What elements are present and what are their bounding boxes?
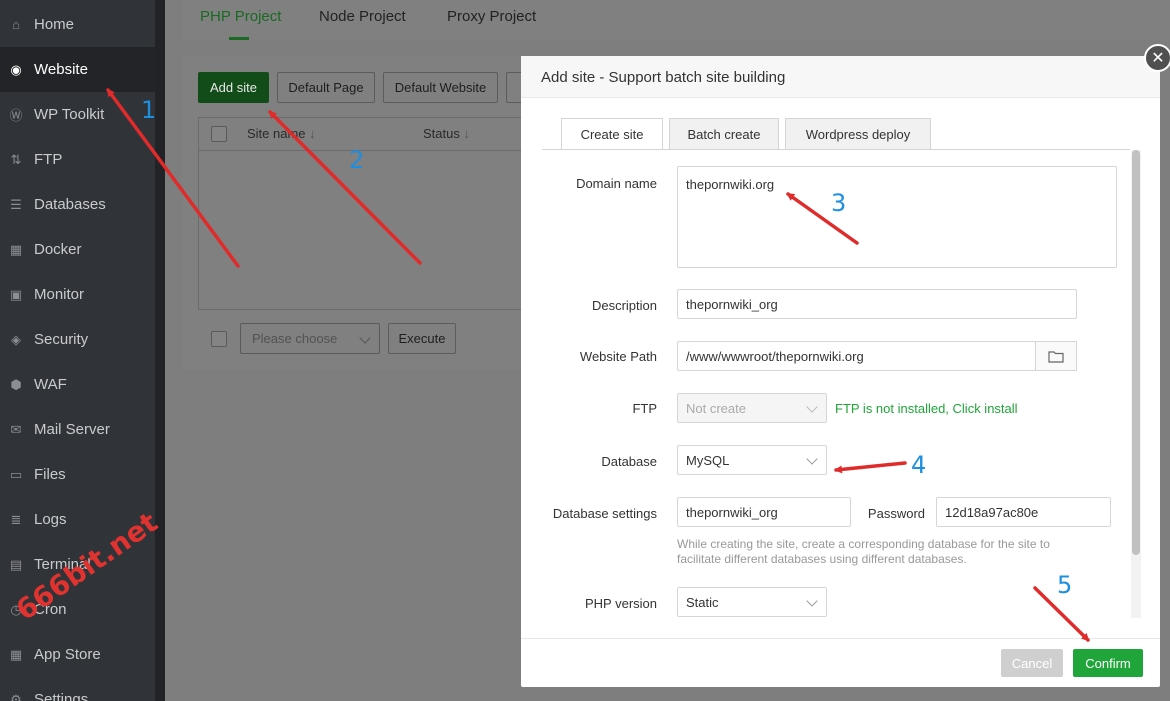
arrow-1 <box>106 88 240 268</box>
annotation-number-1: 1 <box>141 96 157 124</box>
annotation-number-3: 3 <box>831 189 847 217</box>
arrow-3 <box>786 192 859 245</box>
annotation-number-4: 4 <box>911 451 927 479</box>
annotation-number-2: 2 <box>349 146 365 174</box>
arrow-4 <box>834 461 907 474</box>
arrow-2 <box>268 110 422 265</box>
annotation-arrows <box>106 88 1090 642</box>
annotation-number-5: 5 <box>1057 571 1073 599</box>
